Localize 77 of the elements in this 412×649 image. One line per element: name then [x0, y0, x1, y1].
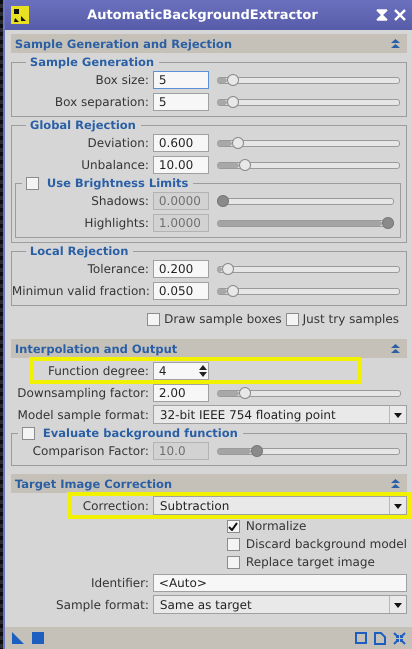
field-label: Highlights: [83, 216, 149, 230]
checkbox-label[interactable]: Just try samples [302, 312, 399, 326]
slider-thumb[interactable] [239, 158, 252, 170]
number-field[interactable]: 2.00 [152, 384, 209, 402]
slider[interactable] [216, 158, 400, 172]
slider[interactable] [216, 262, 400, 276]
text-field[interactable]: <Auto> [152, 574, 407, 592]
checkbox[interactable] [286, 312, 299, 326]
group-title: Local Rejection [30, 244, 128, 258]
number-field[interactable]: 5 [152, 70, 209, 88]
field-label: Comparison Factor: [32, 444, 149, 458]
window-title: AutomaticBackgroundExtractor [86, 8, 319, 22]
field-label: Tolerance: [86, 262, 149, 276]
slider[interactable] [216, 136, 400, 150]
group-title: Evaluate background function [42, 426, 238, 440]
field-label: Model sample format: [16, 408, 149, 422]
square-icon[interactable] [32, 632, 44, 644]
checkbox[interactable] [226, 556, 240, 568]
checkbox-label[interactable]: Draw sample boxes [164, 312, 282, 326]
section-header[interactable]: Sample Generation and Rejection [10, 34, 407, 53]
collapse-arrows-icon[interactable] [393, 632, 406, 644]
group-title: Use Brightness Limits [46, 176, 188, 190]
slider-thumb[interactable] [222, 262, 234, 274]
number-field[interactable]: 0.600 [152, 134, 209, 152]
triangle-icon[interactable] [10, 631, 25, 645]
field-label: Correction: [82, 498, 149, 512]
field-label: Box separation: [54, 94, 149, 108]
checkbox-label[interactable]: Normalize [246, 519, 306, 533]
slider-thumb[interactable] [227, 74, 240, 86]
collapse-icon[interactable] [390, 343, 401, 354]
field-label: Function degree: [46, 364, 149, 378]
close-icon[interactable] [394, 9, 406, 21]
field-label: Identifier: [90, 576, 149, 590]
field-label: Downsampling factor: [16, 386, 149, 400]
field-label: Sample format: [55, 598, 149, 612]
shade-icon[interactable] [376, 9, 388, 21]
checkbox-label[interactable]: Replace target image [246, 555, 375, 569]
field-label: Box size: [94, 72, 149, 86]
group-title: Global Rejection [30, 118, 136, 132]
number-field[interactable]: 5 [152, 92, 209, 110]
field-label: Deviation: [86, 136, 149, 150]
number-field[interactable]: 0.050 [152, 282, 209, 300]
square-outline-icon[interactable] [355, 632, 367, 644]
document-icon[interactable] [374, 632, 386, 644]
checkbox-label[interactable]: Discard background model [246, 537, 407, 551]
section-header[interactable]: Target Image Correction [10, 474, 407, 493]
slider[interactable] [216, 216, 394, 230]
app-icon [10, 6, 29, 24]
checkbox[interactable] [147, 312, 160, 326]
section-header[interactable]: Interpolation and Output [10, 339, 407, 358]
number-field[interactable]: 10.00 [152, 156, 209, 174]
slider[interactable] [216, 444, 400, 458]
slider[interactable] [216, 386, 401, 400]
slider-thumb[interactable] [227, 284, 240, 296]
number-field[interactable]: 0.200 [152, 260, 209, 278]
dropdown[interactable]: 32-bit IEEE 754 floating point [152, 405, 407, 424]
spin-field[interactable]: 4 [152, 362, 209, 380]
collapse-icon[interactable] [390, 478, 401, 489]
slider[interactable] [216, 194, 394, 208]
slider[interactable] [216, 72, 400, 86]
dropdown[interactable]: Same as target [152, 595, 407, 614]
dropdown[interactable]: Subtraction [152, 496, 407, 515]
group-title: Sample Generation [30, 55, 154, 69]
checkbox[interactable] [226, 538, 240, 550]
checkbox[interactable] [22, 426, 35, 440]
slider-thumb[interactable] [239, 386, 252, 398]
slider-thumb[interactable] [232, 136, 244, 148]
field-label: Minimun valid fraction: [12, 284, 149, 298]
field-label: Shadows: [90, 194, 149, 208]
slider-thumb[interactable] [227, 96, 240, 108]
checkbox[interactable] [226, 520, 240, 532]
slider[interactable] [216, 284, 400, 298]
spin-arrows-icon[interactable] [198, 362, 208, 378]
field-label: Unbalance: [80, 158, 149, 172]
collapse-icon[interactable] [390, 38, 401, 49]
slider[interactable] [216, 94, 400, 108]
checkbox[interactable] [26, 176, 39, 190]
